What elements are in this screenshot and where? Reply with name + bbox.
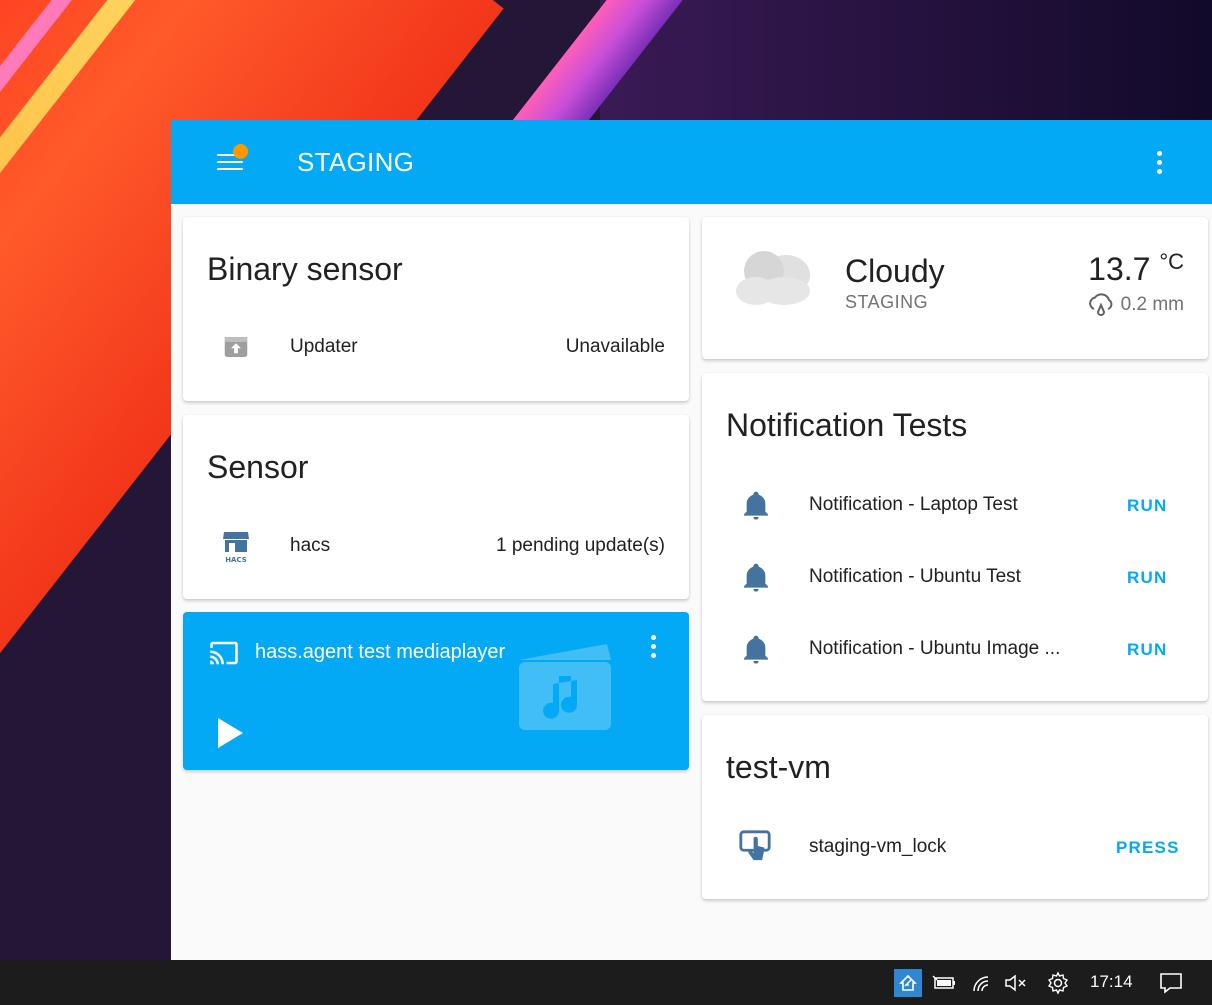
notification-badge [233, 144, 248, 159]
home-assistant-window: STAGING Binary sensor Updater Unavailabl… [171, 120, 1212, 960]
temperature-number: 13.7 [1088, 251, 1151, 287]
package-up-icon [224, 337, 248, 357]
script-row: Notification - Laptop Test RUN [702, 481, 1208, 529]
run-button[interactable]: RUN [1127, 568, 1167, 588]
media-player-name: hass.agent test mediaplayer [255, 641, 506, 663]
hacs-icon: HACS [223, 532, 249, 564]
weather-card[interactable]: Cloudy STAGING 13.7 °C 0.2 mm [702, 217, 1208, 359]
volume-muted-icon[interactable] [1000, 960, 1032, 1005]
precipitation: 0.2 mm [1087, 293, 1184, 317]
entity-name: Updater [290, 336, 358, 357]
dashboard-title: STAGING [297, 147, 415, 177]
more-options-button[interactable] [1149, 150, 1171, 176]
precipitation-value: 0.2 mm [1120, 294, 1184, 315]
weather-condition: Cloudy [845, 253, 945, 289]
media-player-card[interactable]: hass.agent test mediaplayer [183, 612, 689, 770]
temperature-value: 13.7 °C [1088, 249, 1184, 288]
entity-row[interactable]: HACS hacs 1 pending update(s) [183, 524, 689, 570]
test-vm-card: test-vm staging-vm_lock PRESS [702, 715, 1208, 899]
weather-location: STAGING [845, 292, 929, 312]
wifi-icon[interactable] [966, 960, 998, 1005]
menu-button[interactable] [215, 144, 249, 178]
sensor-card: Sensor HACS hacs 1 pending update(s) [183, 415, 689, 599]
settings-gear-icon[interactable] [1042, 960, 1074, 1005]
battery-icon[interactable] [928, 960, 960, 1005]
entity-row[interactable]: Updater Unavailable [183, 325, 689, 371]
entity-state: 1 pending update(s) [495, 535, 665, 556]
entity-state: Unavailable [565, 336, 665, 357]
card-title: Sensor [207, 449, 309, 485]
hass-agent-tray-icon[interactable] [894, 969, 922, 997]
cloud-rain-icon [1088, 293, 1113, 316]
bell-icon [744, 563, 768, 592]
binary-sensor-card: Binary sensor Updater Unavailable [183, 217, 689, 401]
script-row: Notification - Ubuntu Test RUN [702, 553, 1208, 601]
button-row: staging-vm_lock PRESS [702, 823, 1208, 871]
card-title: test-vm [726, 749, 831, 785]
taskbar: 17:14 [0, 960, 1212, 1005]
card-title: Binary sensor [207, 251, 403, 287]
top-app-bar: STAGING [171, 120, 1212, 204]
run-button[interactable]: RUN [1127, 496, 1167, 516]
media-more-options-button[interactable] [643, 634, 665, 660]
cloud-icon [736, 251, 810, 305]
script-row: Notification - Ubuntu Image ... RUN [702, 625, 1208, 673]
action-center-icon[interactable] [1154, 960, 1188, 1005]
script-name: Notification - Laptop Test [809, 494, 1018, 515]
entity-name: hacs [290, 535, 331, 556]
movie-music-icon [519, 644, 611, 730]
cast-icon[interactable] [207, 638, 241, 668]
button-entity-name: staging-vm_lock [809, 836, 947, 857]
svg-text:HACS: HACS [225, 556, 247, 564]
taskbar-clock[interactable]: 17:14 [1090, 972, 1133, 992]
temperature-unit: °C [1159, 249, 1184, 274]
script-name: Notification - Ubuntu Image ... [809, 638, 1061, 659]
card-title: Notification Tests [726, 407, 968, 443]
notification-tests-card: Notification Tests Notification - Laptop… [702, 373, 1208, 701]
press-button[interactable]: PRESS [1116, 838, 1180, 858]
bell-icon [744, 635, 768, 664]
gesture-tap-icon [739, 830, 771, 861]
script-name: Notification - Ubuntu Test [809, 566, 1021, 587]
play-icon[interactable] [215, 716, 245, 750]
bell-icon [744, 491, 768, 520]
run-button[interactable]: RUN [1127, 640, 1167, 660]
